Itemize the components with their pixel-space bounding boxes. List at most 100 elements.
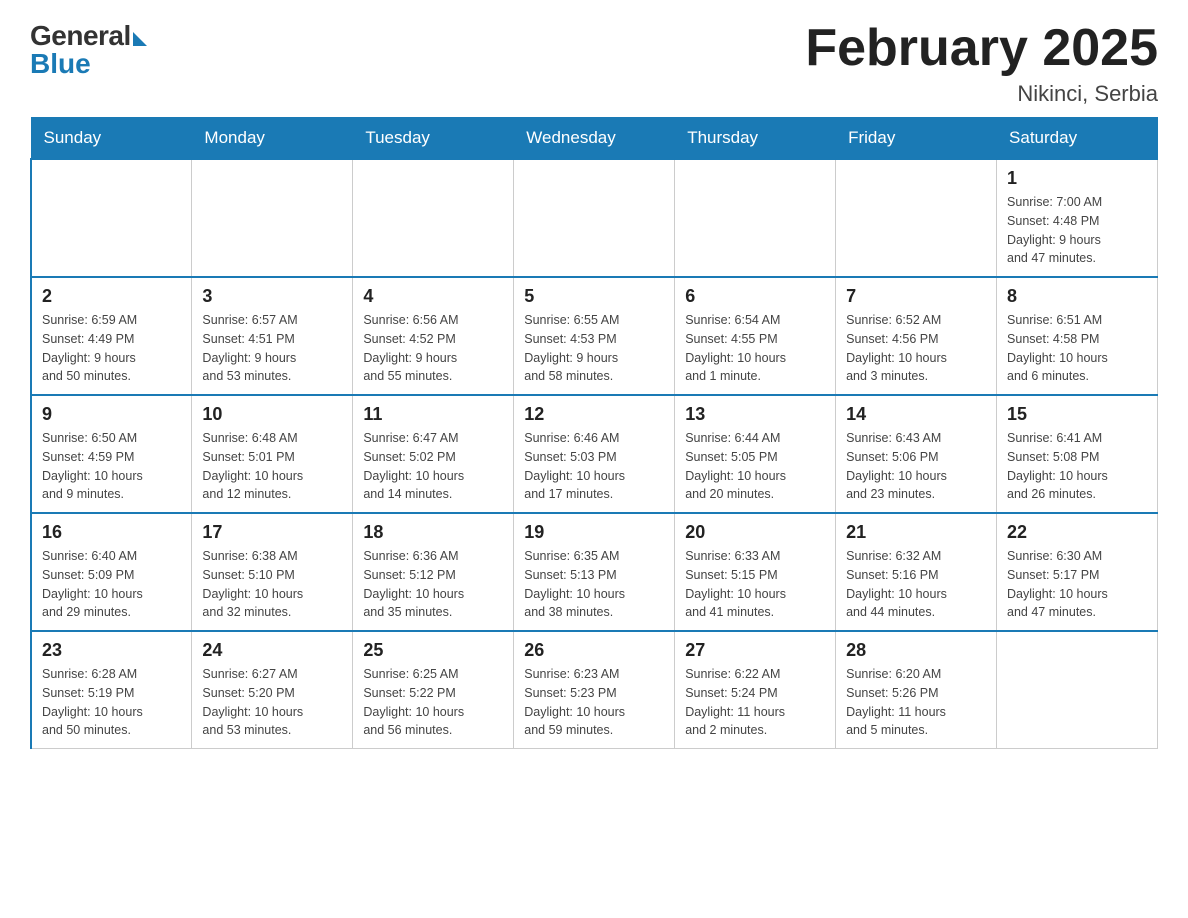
calendar-day-cell: 20Sunrise: 6:33 AM Sunset: 5:15 PM Dayli… (675, 513, 836, 631)
day-info: Sunrise: 6:47 AM Sunset: 5:02 PM Dayligh… (363, 429, 503, 504)
calendar-location: Nikinci, Serbia (805, 81, 1158, 107)
calendar-day-cell: 11 Sunrise: 6:47 AM Sunset: 5:02 PM Dayli… (353, 395, 514, 513)
calendar-day-cell: 15 Sunrise: 6:41 AM Sunset: 5:08 PM Dayli… (997, 395, 1158, 513)
day-number: 2 (42, 286, 181, 307)
logo: General Blue (30, 20, 147, 80)
weekday-header-tuesday: Tuesday (353, 118, 514, 160)
day-number: 16 (42, 522, 181, 543)
calendar-table: SundayMondayTuesdayWednesdayThursdayFrid… (30, 117, 1158, 749)
day-number: 6 (685, 286, 825, 307)
calendar-day-cell: 13 Sunrise: 6:44 AM Sunset: 5:05 PM Dayli… (675, 395, 836, 513)
weekday-header-monday: Monday (192, 118, 353, 160)
day-info: Sunrise: 6:50 AM Sunset: 4:59 PM Dayligh… (42, 429, 181, 504)
calendar-day-cell: 5 Sunrise: 6:55 AM Sunset: 4:53 PM Daylig… (514, 277, 675, 395)
calendar-day-cell: 3 Sunrise: 6:57 AM Sunset: 4:51 PM Daylig… (192, 277, 353, 395)
calendar-day-cell: 21Sunrise: 6:32 AM Sunset: 5:16 PM Dayli… (836, 513, 997, 631)
calendar-day-cell: 10 Sunrise: 6:48 AM Sunset: 5:01 PM Dayli… (192, 395, 353, 513)
day-number: 8 (1007, 286, 1147, 307)
weekday-header-thursday: Thursday (675, 118, 836, 160)
weekday-header-wednesday: Wednesday (514, 118, 675, 160)
weekday-header-friday: Friday (836, 118, 997, 160)
calendar-day-cell (997, 631, 1158, 749)
day-number: 7 (846, 286, 986, 307)
day-number: 14 (846, 404, 986, 425)
logo-blue-text: Blue (30, 48, 91, 80)
day-info: Sunrise: 6:55 AM Sunset: 4:53 PM Dayligh… (524, 311, 664, 386)
day-number: 4 (363, 286, 503, 307)
weekday-header-saturday: Saturday (997, 118, 1158, 160)
calendar-week-row: 2 Sunrise: 6:59 AM Sunset: 4:49 PM Daylig… (31, 277, 1158, 395)
calendar-day-cell: 25 Sunrise: 6:25 AM Sunset: 5:22 PM Dayli… (353, 631, 514, 749)
day-info: Sunrise: 6:27 AM Sunset: 5:20 PM Dayligh… (202, 665, 342, 740)
calendar-week-row: 16 Sunrise: 6:40 AM Sunset: 5:09 PM Dayli… (31, 513, 1158, 631)
title-block: February 2025 Nikinci, Serbia (805, 20, 1158, 107)
calendar-day-cell: 24Sunrise: 6:27 AM Sunset: 5:20 PM Dayli… (192, 631, 353, 749)
calendar-day-cell: 26 Sunrise: 6:23 AM Sunset: 5:23 PM Dayli… (514, 631, 675, 749)
day-info: Sunrise: 6:52 AM Sunset: 4:56 PM Dayligh… (846, 311, 986, 386)
calendar-day-cell: 19Sunrise: 6:35 AM Sunset: 5:13 PM Dayli… (514, 513, 675, 631)
calendar-day-cell: 28 Sunrise: 6:20 AM Sunset: 5:26 PM Dayli… (836, 631, 997, 749)
day-number: 27 (685, 640, 825, 661)
calendar-day-cell: 27 Sunrise: 6:22 AM Sunset: 5:24 PM Dayli… (675, 631, 836, 749)
day-number: 15 (1007, 404, 1147, 425)
calendar-day-cell (353, 159, 514, 277)
day-info: Sunrise: 6:59 AM Sunset: 4:49 PM Dayligh… (42, 311, 181, 386)
day-info: Sunrise: 6:25 AM Sunset: 5:22 PM Dayligh… (363, 665, 503, 740)
day-number: 26 (524, 640, 664, 661)
day-number: 5 (524, 286, 664, 307)
calendar-day-cell (192, 159, 353, 277)
calendar-day-cell (514, 159, 675, 277)
day-number: 3 (202, 286, 342, 307)
day-number: 22 (1007, 522, 1147, 543)
day-info: Sunrise: 6:30 AM Sunset: 5:17 PM Dayligh… (1007, 547, 1147, 622)
day-number: 17 (202, 522, 342, 543)
weekday-header-row: SundayMondayTuesdayWednesdayThursdayFrid… (31, 118, 1158, 160)
day-number: 11 (363, 404, 503, 425)
calendar-week-row: 23 Sunrise: 6:28 AM Sunset: 5:19 PM Dayli… (31, 631, 1158, 749)
day-info: Sunrise: 6:43 AM Sunset: 5:06 PM Dayligh… (846, 429, 986, 504)
day-number: 23 (42, 640, 181, 661)
day-info: Sunrise: 6:48 AM Sunset: 5:01 PM Dayligh… (202, 429, 342, 504)
calendar-week-row: 1 Sunrise: 7:00 AM Sunset: 4:48 PM Daylig… (31, 159, 1158, 277)
day-info: Sunrise: 6:41 AM Sunset: 5:08 PM Dayligh… (1007, 429, 1147, 504)
calendar-day-cell (31, 159, 192, 277)
day-info: Sunrise: 6:20 AM Sunset: 5:26 PM Dayligh… (846, 665, 986, 740)
day-info: Sunrise: 6:23 AM Sunset: 5:23 PM Dayligh… (524, 665, 664, 740)
day-number: 10 (202, 404, 342, 425)
day-info: Sunrise: 6:22 AM Sunset: 5:24 PM Dayligh… (685, 665, 825, 740)
calendar-day-cell: 14 Sunrise: 6:43 AM Sunset: 5:06 PM Dayli… (836, 395, 997, 513)
day-number: 1 (1007, 168, 1147, 189)
day-info: Sunrise: 6:33 AM Sunset: 5:15 PM Dayligh… (685, 547, 825, 622)
day-number: 9 (42, 404, 181, 425)
calendar-day-cell: 22 Sunrise: 6:30 AM Sunset: 5:17 PM Dayli… (997, 513, 1158, 631)
day-info: Sunrise: 7:00 AM Sunset: 4:48 PM Dayligh… (1007, 193, 1147, 268)
day-info: Sunrise: 6:38 AM Sunset: 5:10 PM Dayligh… (202, 547, 342, 622)
calendar-day-cell: 2 Sunrise: 6:59 AM Sunset: 4:49 PM Daylig… (31, 277, 192, 395)
day-info: Sunrise: 6:54 AM Sunset: 4:55 PM Dayligh… (685, 311, 825, 386)
logo-arrow-icon (133, 32, 147, 46)
calendar-title: February 2025 (805, 20, 1158, 77)
day-info: Sunrise: 6:51 AM Sunset: 4:58 PM Dayligh… (1007, 311, 1147, 386)
calendar-day-cell: 7 Sunrise: 6:52 AM Sunset: 4:56 PM Daylig… (836, 277, 997, 395)
day-number: 21 (846, 522, 986, 543)
day-number: 12 (524, 404, 664, 425)
day-info: Sunrise: 6:44 AM Sunset: 5:05 PM Dayligh… (685, 429, 825, 504)
day-number: 19 (524, 522, 664, 543)
calendar-day-cell: 8 Sunrise: 6:51 AM Sunset: 4:58 PM Daylig… (997, 277, 1158, 395)
day-info: Sunrise: 6:40 AM Sunset: 5:09 PM Dayligh… (42, 547, 181, 622)
weekday-header-sunday: Sunday (31, 118, 192, 160)
day-number: 25 (363, 640, 503, 661)
calendar-day-cell: 1 Sunrise: 7:00 AM Sunset: 4:48 PM Daylig… (997, 159, 1158, 277)
calendar-week-row: 9 Sunrise: 6:50 AM Sunset: 4:59 PM Daylig… (31, 395, 1158, 513)
day-number: 18 (363, 522, 503, 543)
calendar-day-cell: 6 Sunrise: 6:54 AM Sunset: 4:55 PM Daylig… (675, 277, 836, 395)
day-number: 13 (685, 404, 825, 425)
day-info: Sunrise: 6:28 AM Sunset: 5:19 PM Dayligh… (42, 665, 181, 740)
day-info: Sunrise: 6:56 AM Sunset: 4:52 PM Dayligh… (363, 311, 503, 386)
day-info: Sunrise: 6:36 AM Sunset: 5:12 PM Dayligh… (363, 547, 503, 622)
calendar-day-cell: 9 Sunrise: 6:50 AM Sunset: 4:59 PM Daylig… (31, 395, 192, 513)
day-info: Sunrise: 6:57 AM Sunset: 4:51 PM Dayligh… (202, 311, 342, 386)
calendar-day-cell: 18 Sunrise: 6:36 AM Sunset: 5:12 PM Dayli… (353, 513, 514, 631)
day-number: 28 (846, 640, 986, 661)
calendar-day-cell: 17 Sunrise: 6:38 AM Sunset: 5:10 PM Dayli… (192, 513, 353, 631)
